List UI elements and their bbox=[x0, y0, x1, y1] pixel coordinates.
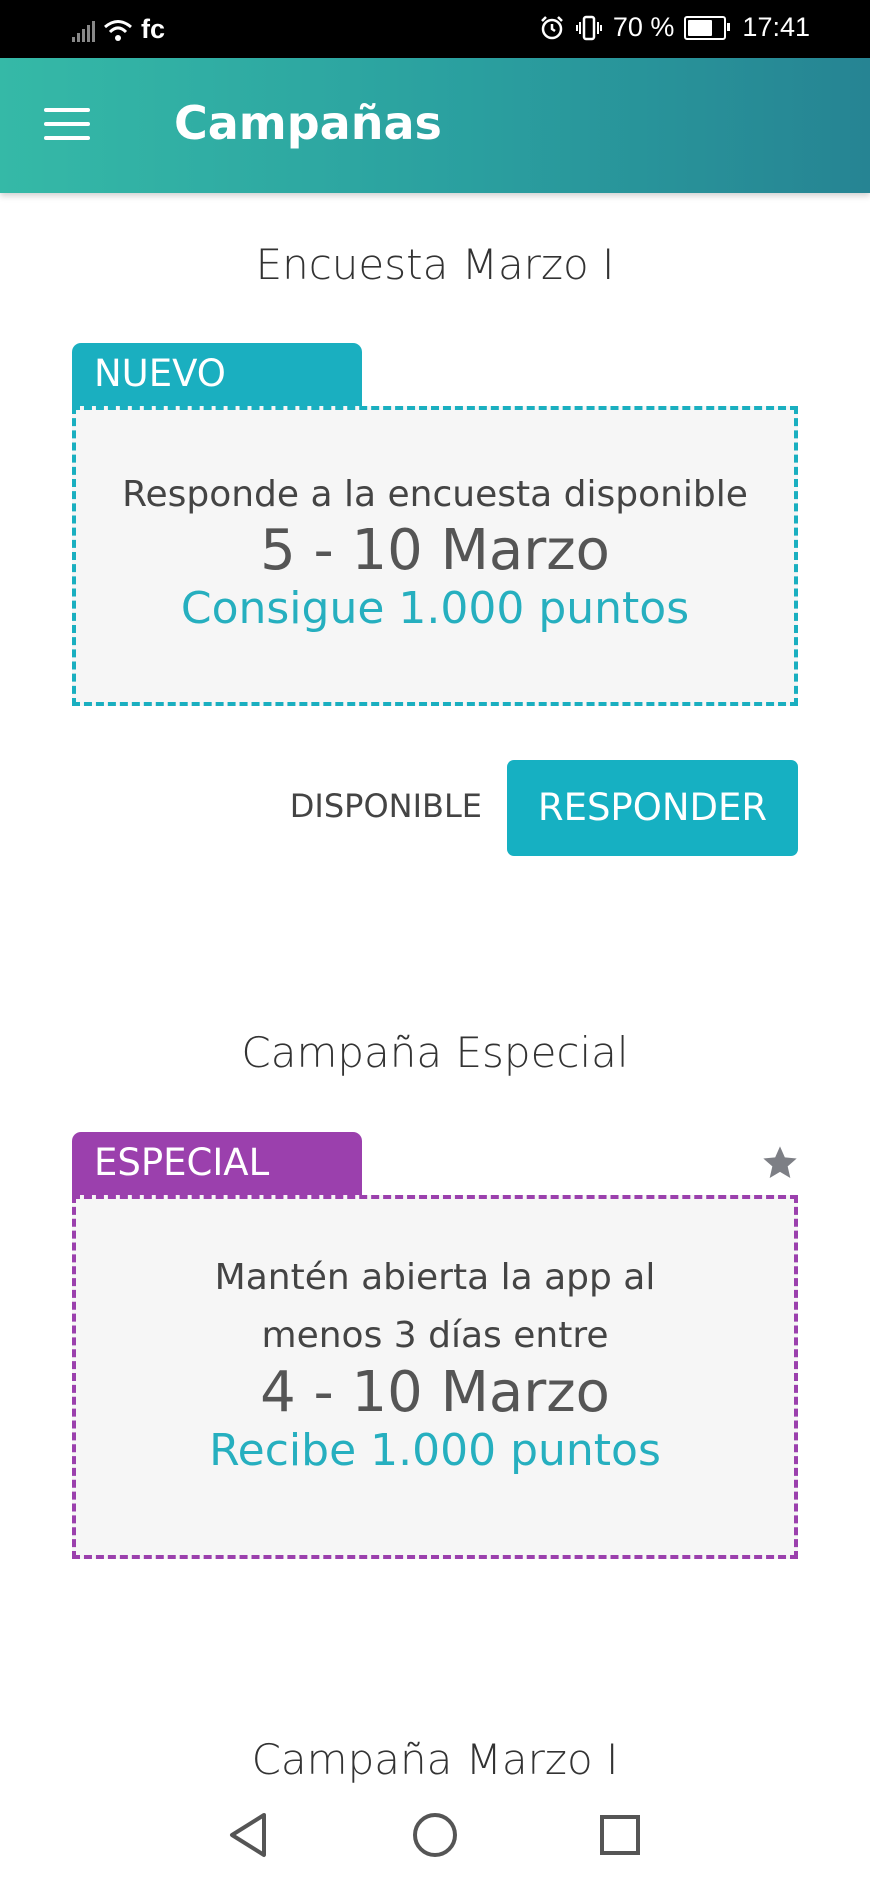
campaign-card-special[interactable]: Mantén abierta la app al menos 3 días en… bbox=[72, 1195, 798, 1559]
recents-square-icon[interactable] bbox=[592, 1807, 648, 1863]
system-nav-bar bbox=[0, 1783, 870, 1885]
app-bar: Campañas bbox=[0, 58, 870, 193]
wifi-icon bbox=[104, 19, 132, 41]
alarm-icon bbox=[540, 15, 563, 39]
campaign-reward: Consigue 1.000 puntos bbox=[180, 582, 690, 634]
campaign-card-survey[interactable]: Responde a la encuesta disponible 5 - 10… bbox=[72, 406, 798, 706]
campaign-dates: 5 - 10 Marzo bbox=[260, 517, 610, 583]
campaign-title: Campaña Especial bbox=[241, 1028, 629, 1077]
clock: 17:41 bbox=[742, 12, 810, 42]
vibrate-icon bbox=[575, 15, 602, 40]
respond-button[interactable]: RESPONDER bbox=[507, 760, 798, 856]
new-tag: NUEVO bbox=[72, 343, 362, 409]
signal-icon bbox=[72, 18, 95, 42]
home-circle-icon[interactable] bbox=[407, 1807, 463, 1863]
campaign-description: Responde a la encuesta disponible bbox=[122, 474, 748, 515]
campaign-description: Mantén abierta la app al menos 3 días en… bbox=[214, 1257, 656, 1356]
status-right: 70 % 17:41 bbox=[539, 12, 810, 43]
special-tag: ESPECIAL bbox=[72, 1132, 362, 1198]
status-bar: fc 70 % 17:41 bbox=[0, 0, 870, 58]
availability-status: DISPONIBLE bbox=[289, 787, 482, 825]
battery-percent: 70 % bbox=[612, 12, 675, 42]
star-icon[interactable] bbox=[760, 1143, 800, 1183]
campaign-dates: 4 - 10 Marzo bbox=[260, 1360, 610, 1426]
campaign-title: Encuesta Marzo I bbox=[255, 240, 615, 289]
status-left: fc bbox=[72, 14, 165, 45]
hamburger-menu-icon[interactable] bbox=[44, 108, 90, 140]
battery-icon bbox=[684, 15, 731, 40]
campaign-list[interactable]: Encuesta Marzo I NUEVO Responde a la enc… bbox=[0, 193, 870, 1783]
page-title: Campañas bbox=[174, 96, 442, 150]
back-triangle-icon[interactable] bbox=[220, 1807, 276, 1863]
campaign-reward: Recibe 1.000 puntos bbox=[209, 1425, 661, 1477]
campaign-title: Campaña Marzo I bbox=[251, 1735, 619, 1783]
carrier-label: fc bbox=[141, 14, 166, 44]
